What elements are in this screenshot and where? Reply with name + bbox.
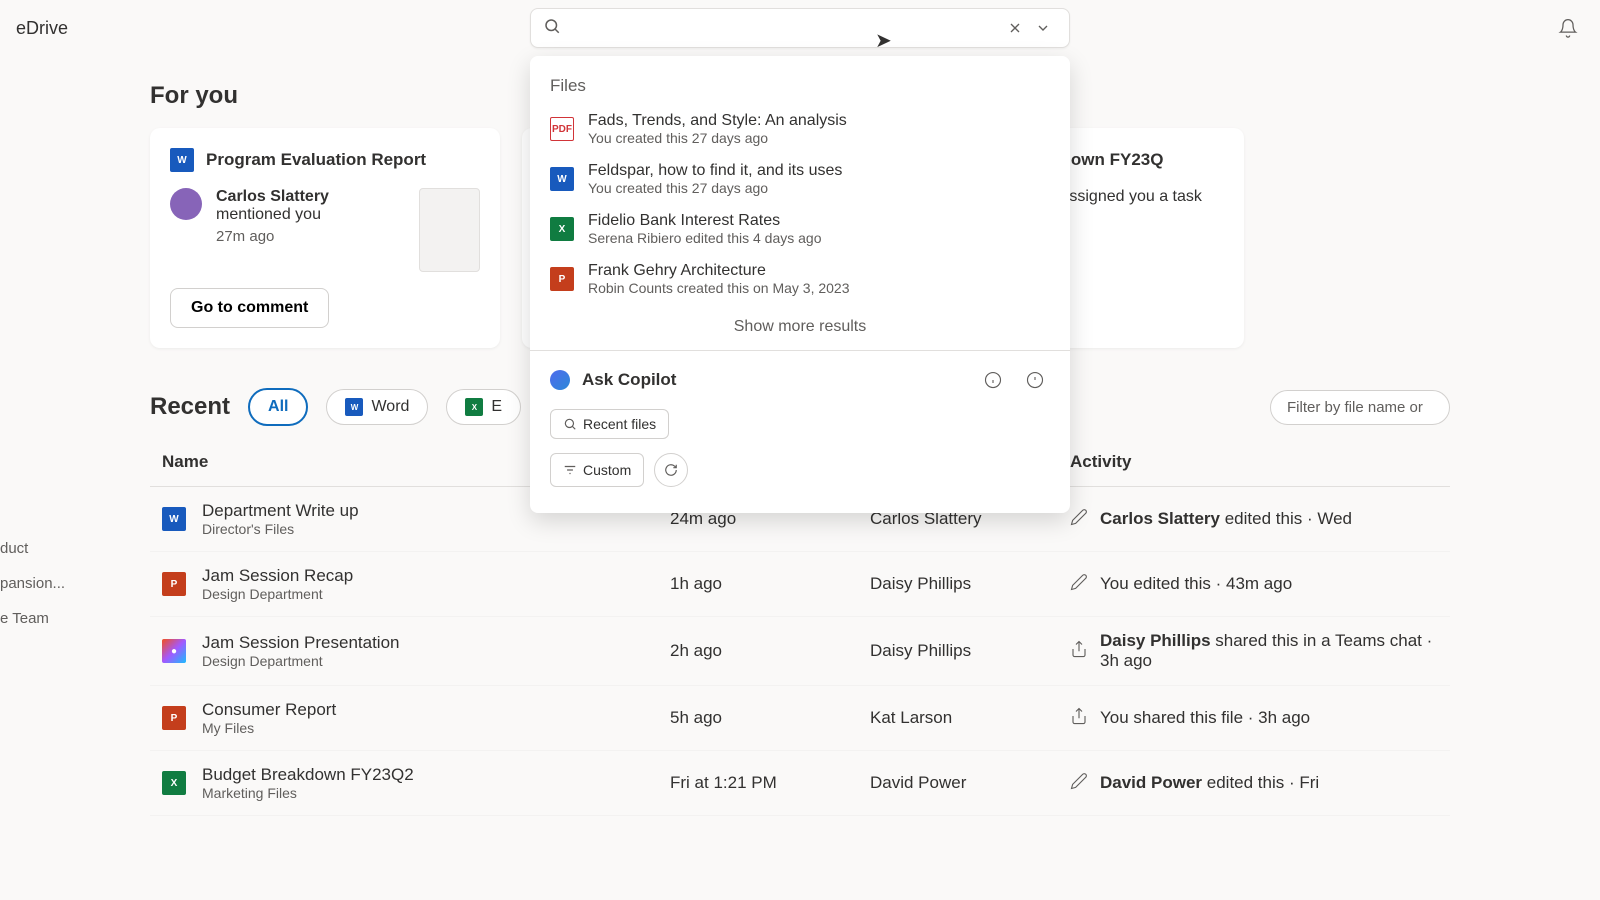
excel-file-icon: X bbox=[550, 217, 574, 241]
ppt-file-icon: P bbox=[162, 572, 186, 596]
table-row[interactable]: P Jam Session Recap Design Department 1h… bbox=[150, 552, 1450, 617]
activity-text: You shared this file · 3h ago bbox=[1100, 708, 1310, 728]
edit-icon bbox=[1070, 772, 1088, 795]
avatar bbox=[170, 188, 202, 220]
filter-pill-excel[interactable]: XE bbox=[446, 389, 521, 425]
activity-text: Carlos Slattery edited this · Wed bbox=[1100, 509, 1352, 529]
notifications-button[interactable] bbox=[1552, 12, 1584, 44]
result-title: Fads, Trends, and Style: An analysis bbox=[588, 112, 847, 130]
recent-heading: Recent bbox=[150, 393, 230, 421]
copilot-custom-chip[interactable]: Custom bbox=[550, 453, 644, 487]
search-result-item[interactable]: P Frank Gehry Architecture Robin Counts … bbox=[530, 254, 1070, 304]
file-title: Consumer Report bbox=[202, 700, 336, 720]
result-title: Feldspar, how to find it, and its uses bbox=[588, 162, 842, 180]
search-options-button[interactable] bbox=[1029, 14, 1057, 42]
activity-text: David Power edited this · Fri bbox=[1100, 773, 1319, 793]
file-owner: David Power bbox=[870, 773, 1070, 793]
result-title: Frank Gehry Architecture bbox=[588, 262, 850, 280]
activity-text: Daisy Phillips shared this in a Teams ch… bbox=[1100, 631, 1450, 671]
copilot-refresh-button[interactable] bbox=[654, 453, 688, 487]
word-file-icon: W bbox=[550, 167, 574, 191]
file-location: Design Department bbox=[202, 586, 353, 602]
pdf-file-icon: PDF bbox=[550, 117, 574, 141]
show-more-results[interactable]: Show more results bbox=[530, 304, 1070, 351]
file-time: 1h ago bbox=[670, 574, 870, 594]
search-icon bbox=[543, 17, 561, 40]
excel-file-icon: X bbox=[162, 771, 186, 795]
result-subtitle: Serena Ribiero edited this 4 days ago bbox=[588, 230, 821, 246]
file-location: Marketing Files bbox=[202, 785, 414, 801]
file-owner: Daisy Phillips bbox=[870, 574, 1070, 594]
file-location: My Files bbox=[202, 720, 336, 736]
file-title: Jam Session Presentation bbox=[202, 633, 400, 653]
sidebar-item[interactable]: duct bbox=[0, 540, 65, 557]
filter-input[interactable]: Filter by file name or bbox=[1270, 390, 1450, 425]
search-dropdown: Files PDF Fads, Trends, and Style: An an… bbox=[530, 56, 1070, 513]
file-title: Jam Session Recap bbox=[202, 566, 353, 586]
file-time: Fri at 1:21 PM bbox=[670, 773, 870, 793]
app-name: eDrive bbox=[16, 18, 68, 39]
edit-icon bbox=[1070, 573, 1088, 596]
card-time: 27m ago bbox=[216, 228, 405, 245]
activity-text: You edited this · 43m ago bbox=[1100, 574, 1292, 594]
search-result-item[interactable]: W Feldspar, how to find it, and its uses… bbox=[530, 154, 1070, 204]
result-subtitle: Robin Counts created this on May 3, 2023 bbox=[588, 280, 850, 296]
table-row[interactable]: ● Jam Session Presentation Design Depart… bbox=[150, 617, 1450, 686]
copilot-title: Ask Copilot bbox=[582, 370, 966, 390]
word-file-icon: W bbox=[170, 148, 194, 172]
for-you-card[interactable]: W Program Evaluation Report Carlos Slatt… bbox=[150, 128, 500, 348]
result-subtitle: You created this 27 days ago bbox=[588, 180, 842, 196]
document-thumbnail bbox=[419, 188, 480, 272]
search-input[interactable] bbox=[561, 20, 1001, 37]
copilot-icon bbox=[550, 370, 570, 390]
clear-search-button[interactable] bbox=[1001, 14, 1029, 42]
file-location: Director's Files bbox=[202, 521, 359, 537]
dropdown-section-title: Files bbox=[530, 68, 1070, 104]
edit-icon bbox=[1070, 508, 1088, 531]
column-activity[interactable]: Activity bbox=[1070, 452, 1450, 472]
card-action-button[interactable]: Go to comment bbox=[170, 288, 329, 328]
share-icon bbox=[1070, 707, 1088, 730]
sidebar-item[interactable]: e Team bbox=[0, 610, 65, 627]
search-bar[interactable] bbox=[530, 8, 1070, 48]
table-row[interactable]: P Consumer Report My Files 5h ago Kat La… bbox=[150, 686, 1450, 751]
copilot-info-button[interactable] bbox=[978, 365, 1008, 395]
table-row[interactable]: X Budget Breakdown FY23Q2 Marketing File… bbox=[150, 751, 1450, 816]
copilot-feedback-button[interactable] bbox=[1020, 365, 1050, 395]
file-time: 2h ago bbox=[670, 641, 870, 661]
result-subtitle: You created this 27 days ago bbox=[588, 130, 847, 146]
filter-pill-all[interactable]: All bbox=[248, 388, 308, 426]
copilot-recent-files-chip[interactable]: Recent files bbox=[550, 409, 669, 439]
card-message: Carlos Slattery mentioned you bbox=[216, 188, 405, 224]
ppt-file-icon: P bbox=[550, 267, 574, 291]
card-title: Program Evaluation Report bbox=[206, 150, 426, 170]
file-title: Budget Breakdown FY23Q2 bbox=[202, 765, 414, 785]
search-result-item[interactable]: PDF Fads, Trends, and Style: An analysis… bbox=[530, 104, 1070, 154]
file-owner: Kat Larson bbox=[870, 708, 1070, 728]
figma-file-icon: ● bbox=[162, 639, 186, 663]
share-icon bbox=[1070, 640, 1088, 663]
search-result-item[interactable]: X Fidelio Bank Interest Rates Serena Rib… bbox=[530, 204, 1070, 254]
file-location: Design Department bbox=[202, 653, 400, 669]
file-owner: Daisy Phillips bbox=[870, 641, 1070, 661]
word-file-icon: W bbox=[162, 507, 186, 531]
ppt-file-icon: P bbox=[162, 706, 186, 730]
file-title: Department Write up bbox=[202, 501, 359, 521]
filter-pill-word[interactable]: WWord bbox=[326, 389, 428, 425]
result-title: Fidelio Bank Interest Rates bbox=[588, 212, 821, 230]
file-time: 5h ago bbox=[670, 708, 870, 728]
sidebar-item[interactable]: pansion... bbox=[0, 575, 65, 592]
